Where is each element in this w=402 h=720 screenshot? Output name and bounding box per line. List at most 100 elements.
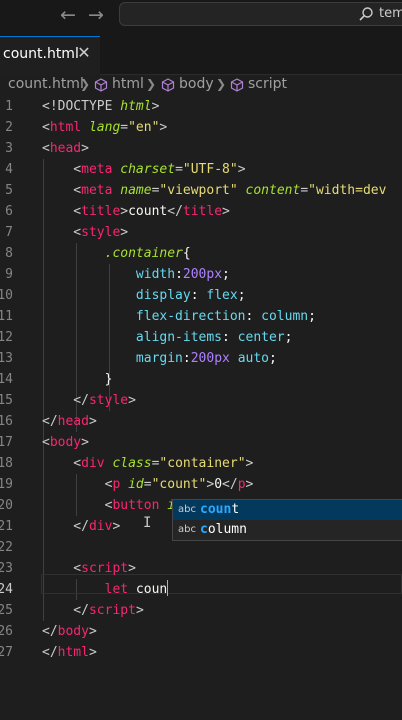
code-token: >	[135, 603, 144, 618]
code-token: >	[81, 141, 89, 156]
code-token: </	[222, 477, 238, 492]
code-token: ;	[284, 330, 293, 345]
line-number: 21	[0, 519, 13, 534]
code-token: <	[42, 477, 113, 492]
code-token: </	[42, 645, 58, 660]
code-token: "UTF-8"	[182, 162, 238, 177]
code-token: 200px	[182, 267, 223, 282]
code-line: </div>	[42, 516, 120, 537]
code-token: >	[237, 162, 246, 177]
line-number: 26	[0, 624, 13, 639]
code-token: coun	[128, 582, 168, 597]
mouse-ibeam-cursor: I	[143, 515, 152, 531]
breadcrumb-body[interactable]: body	[179, 76, 214, 92]
code-token: {	[182, 246, 191, 261]
code-line: </body>	[42, 621, 97, 642]
cube-icon	[94, 78, 108, 92]
code-token: margin	[42, 351, 183, 366]
code-token: "count"	[151, 477, 207, 492]
code-line: <style>	[42, 222, 128, 243]
code-token: ;	[237, 288, 246, 303]
code-token: "width=dev	[308, 183, 387, 198]
code-token: body	[49, 435, 82, 450]
code-line: <head>	[42, 138, 89, 159]
code-token: :	[222, 330, 238, 345]
code-token: >	[81, 435, 89, 450]
breadcrumb-html[interactable]: html	[112, 76, 144, 92]
code-token: 200px	[190, 351, 230, 366]
tab-count-html[interactable]: count.html ✕	[0, 36, 100, 75]
code-token: </	[42, 393, 89, 408]
code-token: head	[49, 141, 82, 156]
code-token: </	[42, 603, 89, 618]
code-token: script	[81, 561, 129, 576]
line-number: 22	[0, 540, 13, 555]
line-number: 1	[5, 99, 13, 114]
text-kind-icon: abc	[178, 504, 196, 515]
code-token: html	[49, 120, 82, 135]
chevron-right-icon: ❯	[146, 77, 157, 91]
line-number: 27	[0, 645, 13, 660]
code-token: "viewport"	[159, 183, 238, 198]
code-token: <	[42, 561, 82, 576]
breadcrumb-script[interactable]: script	[248, 76, 287, 92]
code-editor[interactable]: 1 2 3 4 5 6 7 8 9 10 11 12 13 14 15 16 1…	[0, 96, 402, 720]
code-token: <	[42, 498, 113, 513]
line-number: 25	[0, 603, 13, 618]
back-arrow-icon[interactable]: ←	[58, 4, 78, 26]
suggest-item-column[interactable]: abc column	[173, 520, 402, 540]
close-icon[interactable]: ✕	[76, 43, 92, 62]
code-line: <title>count</title>	[42, 201, 230, 222]
chevron-right-icon: ❯	[216, 77, 227, 91]
code-token: <	[42, 225, 82, 240]
code-line: </style>	[42, 390, 136, 411]
code-token: name	[120, 183, 152, 198]
code-line: <!DOCTYPE html>	[42, 99, 160, 114]
code-line: align-items: center;	[42, 327, 293, 348]
code-line-active: let coun	[42, 579, 169, 600]
code-token: =	[120, 120, 129, 135]
code-token: meta	[81, 162, 113, 177]
line-number: 13	[0, 351, 13, 366]
text-kind-icon: abc	[178, 524, 196, 535]
code-token: ;	[269, 351, 277, 366]
line-number: 3	[5, 141, 13, 156]
code-token: :	[175, 267, 183, 282]
code-token: >	[120, 225, 129, 240]
code-line: .container{	[42, 243, 191, 264]
code-token: meta	[81, 183, 113, 198]
code-token: column	[261, 309, 309, 324]
code-token: p	[237, 477, 246, 492]
suggest-widget[interactable]: abc count abc column	[172, 499, 402, 541]
code-token: let	[42, 582, 129, 597]
code-token: >	[128, 561, 136, 576]
code-token: <	[42, 435, 50, 450]
breadcrumb-file[interactable]: count.html	[8, 76, 84, 92]
code-token: width	[42, 267, 176, 282]
code-token: <	[42, 456, 82, 471]
code-token: <	[42, 204, 82, 219]
code-token: >	[88, 414, 97, 429]
code-token: }	[42, 372, 113, 387]
forward-arrow-icon[interactable]: →	[86, 4, 106, 26]
cube-icon	[230, 78, 244, 92]
line-number: 15	[0, 393, 13, 408]
line-number: 4	[5, 162, 13, 177]
line-number: 7	[5, 225, 13, 240]
code-token: <	[42, 183, 82, 198]
command-center-search[interactable]: tem	[119, 2, 402, 26]
suggest-label: count	[200, 502, 240, 517]
code-token: count	[128, 204, 168, 219]
suggest-item-count[interactable]: abc count	[173, 500, 402, 520]
code-token: lang	[88, 120, 121, 135]
code-line: <html lang="en">	[42, 117, 167, 138]
code-token: div	[81, 456, 105, 471]
code-token: >	[88, 624, 97, 639]
code-token: </	[42, 519, 89, 534]
code-line: <script>	[42, 558, 136, 579]
code-token: <	[42, 141, 50, 156]
text-cursor	[167, 580, 169, 596]
code-token: >	[112, 519, 121, 534]
